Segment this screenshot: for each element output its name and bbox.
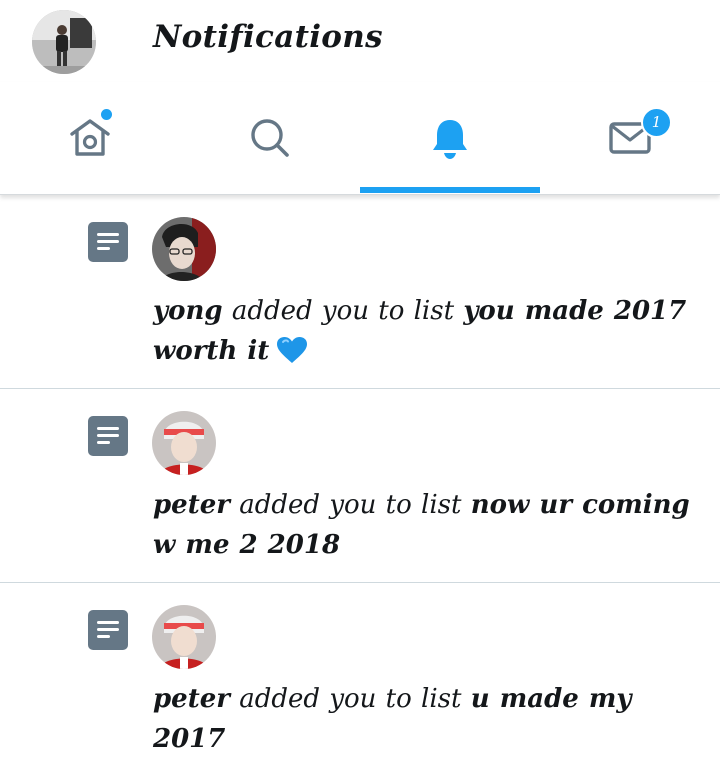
- list-item[interactable]: peter added you to list now ur coming w …: [0, 389, 720, 583]
- profile-photo-icon: [32, 10, 96, 74]
- list-icon: [88, 416, 128, 456]
- action-text: added you to list: [231, 296, 455, 326]
- username[interactable]: peter: [153, 490, 230, 520]
- notification-text: yong added you to list you made 2017 wor…: [153, 291, 693, 377]
- notification-text: peter added you to list u made my 2017: [153, 679, 693, 759]
- profile-avatar[interactable]: [32, 10, 96, 74]
- page-title: Notifications: [153, 19, 383, 55]
- username[interactable]: yong: [153, 296, 223, 326]
- top-bar: Notifications: [0, 0, 720, 82]
- list-item[interactable]: peter added you to list u made my 2017: [0, 583, 720, 777]
- blue-heart-icon: [275, 335, 309, 377]
- home-notification-dot: [101, 109, 112, 120]
- list-icon: [88, 222, 128, 262]
- username[interactable]: peter: [153, 684, 230, 714]
- bell-icon: [433, 120, 467, 159]
- tab-home[interactable]: [0, 82, 180, 194]
- avatar[interactable]: [152, 411, 216, 475]
- list-item[interactable]: yong added you to list you made 2017 wor…: [0, 195, 720, 389]
- active-tab-indicator: [360, 187, 540, 193]
- tab-bar: 1: [0, 82, 720, 195]
- tab-notifications[interactable]: [360, 82, 540, 194]
- notification-text: peter added you to list now ur coming w …: [153, 485, 693, 565]
- messages-badge: 1: [641, 107, 672, 138]
- search-icon: [251, 119, 289, 157]
- avatar[interactable]: [152, 605, 216, 669]
- user-photo-icon: [152, 217, 216, 281]
- tab-search[interactable]: [180, 82, 360, 194]
- user-photo-icon: [152, 411, 216, 475]
- avatar[interactable]: [152, 217, 216, 281]
- action-text: added you to list: [239, 490, 462, 520]
- user-photo-icon: [152, 605, 216, 669]
- notification-list: yong added you to list you made 2017 wor…: [0, 195, 720, 777]
- list-icon: [88, 610, 128, 650]
- home-icon: [70, 119, 110, 156]
- action-text: added you to list: [239, 684, 462, 714]
- tab-messages[interactable]: [540, 82, 720, 194]
